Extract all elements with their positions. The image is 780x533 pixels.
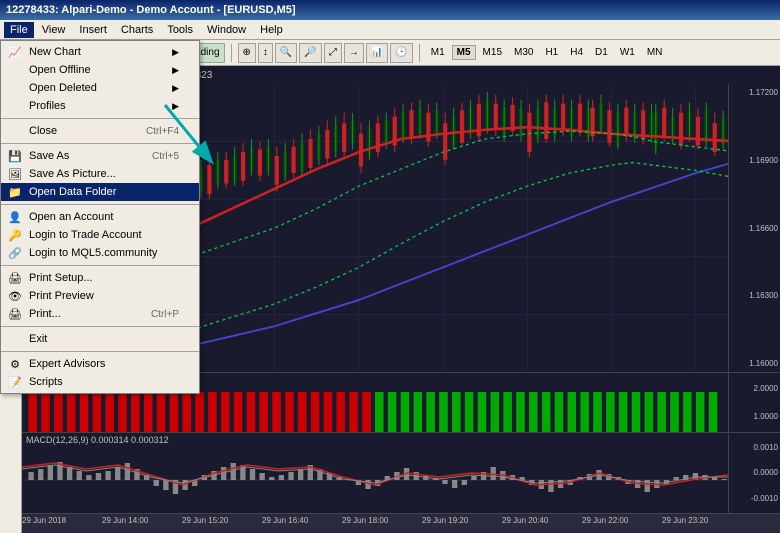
print-setup-icon: 🖨 [7, 270, 23, 286]
macd-svg [22, 447, 728, 513]
menu-window[interactable]: Window [201, 22, 252, 38]
menu-bar: File View Insert Charts Tools Window Hel… [0, 20, 780, 40]
tf-w1[interactable]: W1 [615, 45, 640, 60]
tf-h4[interactable]: H4 [565, 45, 588, 60]
login-trade-icon: 🔑 [7, 227, 23, 243]
price-label-3: 1.16600 [731, 224, 778, 233]
price-label-5: 1.16000 [731, 359, 778, 368]
menu-help[interactable]: Help [254, 22, 289, 38]
macd-chart: MACD(12,26,9) 0.000314 0.000312 [22, 433, 780, 513]
menu-open-deleted[interactable]: Open Deleted ▶ [1, 79, 199, 97]
menu-save-as[interactable]: 💾 Save As Ctrl+5 [1, 147, 199, 165]
window-title: 12278433: Alpari-Demo - Demo Account - [… [6, 4, 296, 16]
price-label-4: 1.16300 [731, 291, 778, 300]
menu-file[interactable]: File [4, 22, 34, 38]
tf-m5[interactable]: M5 [452, 45, 476, 60]
separator2 [231, 44, 232, 62]
tool7[interactable]: 📊 [366, 43, 388, 63]
menu-open-data-folder[interactable]: 📁 Open Data Folder [1, 183, 199, 201]
time-axis: 29 Jun 2018 29 Jun 14:00 29 Jun 15:20 29… [22, 513, 780, 533]
tf-d1[interactable]: D1 [590, 45, 613, 60]
time-label-7: 29 Jun 20:40 [502, 516, 548, 525]
vol-label-2: 1.0000 [731, 412, 778, 421]
dropdown-menu-content: 📈 New Chart ▶ Open Offline ▶ Open Delete… [0, 40, 200, 394]
tool5[interactable]: ⤢ [324, 43, 342, 63]
time-label-6: 29 Jun 19:20 [422, 516, 468, 525]
open-deleted-icon [7, 80, 23, 96]
menu-login-mql5[interactable]: 🔗 Login to MQL5.community [1, 244, 199, 262]
title-bar: 12278433: Alpari-Demo - Demo Account - [… [0, 0, 780, 20]
sep5 [1, 326, 199, 327]
menu-save-as-picture[interactable]: 🖼 Save As Picture... [1, 165, 199, 183]
menu-open-account[interactable]: 👤 Open an Account [1, 208, 199, 226]
separator3 [419, 44, 420, 62]
menu-charts[interactable]: Charts [115, 22, 159, 38]
ea-icon: ⚙ [7, 356, 23, 372]
submenu-arrow-3: ▶ [172, 83, 179, 94]
tf-h1[interactable]: H1 [540, 45, 563, 60]
menu-open-offline[interactable]: Open Offline ▶ [1, 61, 199, 79]
submenu-arrow-2: ▶ [172, 65, 179, 76]
new-chart-icon: 📈 [7, 44, 23, 60]
tf-m30[interactable]: M30 [509, 45, 538, 60]
menu-close[interactable]: Close Ctrl+F4 [1, 122, 199, 140]
time-label-9: 29 Jun 23:20 [662, 516, 708, 525]
menu-print-preview[interactable]: 👁 Print Preview [1, 287, 199, 305]
profiles-icon [7, 98, 23, 114]
sep4 [1, 265, 199, 266]
exit-icon [7, 331, 23, 347]
time-label-4: 29 Jun 16:40 [262, 516, 308, 525]
tool1[interactable]: ⊕ [238, 43, 256, 63]
open-offline-icon [7, 62, 23, 78]
mql5-icon: 🔗 [7, 245, 23, 261]
time-label-8: 29 Jun 22:00 [582, 516, 628, 525]
menu-insert[interactable]: Insert [73, 22, 113, 38]
tf-m15[interactable]: M15 [478, 45, 507, 60]
menu-login-trade[interactable]: 🔑 Login to Trade Account [1, 226, 199, 244]
close-icon [7, 123, 23, 139]
menu-print[interactable]: 🖨 Print... Ctrl+P [1, 305, 199, 323]
sep6 [1, 351, 199, 352]
time-label-2: 29 Jun 14:00 [102, 516, 148, 525]
sep3 [1, 204, 199, 205]
tf-mn[interactable]: MN [642, 45, 668, 60]
menu-print-setup[interactable]: 🖨 Print Setup... [1, 269, 199, 287]
vol-label-1: 2.0000 [731, 384, 778, 393]
menu-profiles[interactable]: Profiles ▶ [1, 97, 199, 115]
tf-m1[interactable]: M1 [426, 45, 450, 60]
submenu-arrow: ▶ [172, 47, 179, 58]
menu-expert-advisors[interactable]: ⚙ Expert Advisors [1, 355, 199, 373]
tool8[interactable]: 🕒 [390, 43, 412, 63]
time-label-5: 29 Jun 18:00 [342, 516, 388, 525]
time-label-3: 29 Jun 15:20 [182, 516, 228, 525]
macd-label-3: -0.0010 [731, 494, 778, 503]
tool2[interactable]: ↕ [258, 43, 273, 63]
price-label-2: 1.16900 [731, 156, 778, 165]
folder-icon: 📁 [7, 184, 23, 200]
price-label-1: 1.17200 [731, 88, 778, 97]
timeframe-bar: M1 M5 M15 M30 H1 H4 D1 W1 MN [426, 45, 668, 60]
print-icon: 🖨 [7, 306, 23, 322]
tool3[interactable]: 🔍 [275, 43, 297, 63]
script-icon: 📝 [7, 374, 23, 390]
submenu-arrow-4: ▶ [172, 101, 179, 112]
sep1 [1, 118, 199, 119]
time-label-1: 29 Jun 2018 [22, 516, 66, 525]
account-icon: 👤 [7, 209, 23, 225]
save-as-icon: 💾 [7, 148, 23, 164]
sep2 [1, 143, 199, 144]
menu-scripts[interactable]: 📝 Scripts [1, 373, 199, 391]
menu-exit[interactable]: Exit [1, 330, 199, 348]
tool4[interactable]: 🔎 [299, 43, 321, 63]
macd-info: MACD(12,26,9) 0.000314 0.000312 [22, 433, 173, 447]
menu-view[interactable]: View [36, 22, 72, 38]
print-preview-icon: 👁 [7, 288, 23, 304]
menu-new-chart[interactable]: 📈 New Chart ▶ [1, 43, 199, 61]
file-menu-dropdown: 📈 New Chart ▶ Open Offline ▶ Open Delete… [0, 40, 200, 394]
macd-label-1: 0.0010 [731, 443, 778, 452]
macd-label-2: 0.0000 [731, 468, 778, 477]
save-picture-icon: 🖼 [7, 166, 23, 182]
menu-tools[interactable]: Tools [161, 22, 199, 38]
tool6[interactable]: → [344, 43, 364, 63]
